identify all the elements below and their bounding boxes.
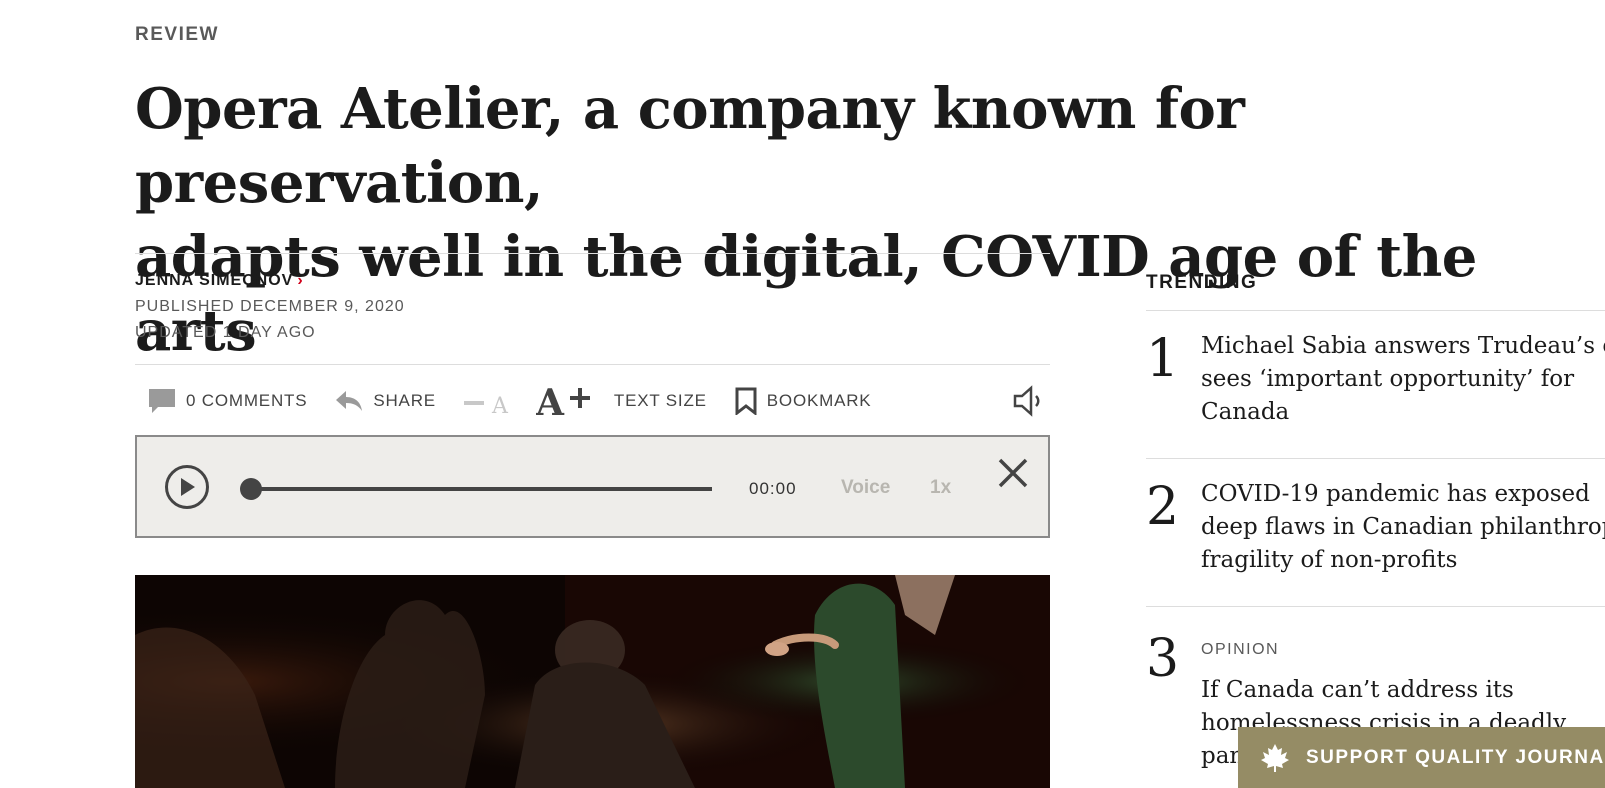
close-icon xyxy=(998,458,1028,488)
trending-divider xyxy=(1146,458,1605,459)
trending-headline-line: Canada xyxy=(1201,399,1290,425)
share-reply-icon xyxy=(336,391,363,411)
published-date: PUBLISHED DECEMBER 9, 2020 xyxy=(135,298,405,315)
trending-headline-line: If Canada can’t address its xyxy=(1201,677,1514,703)
bookmark-icon xyxy=(735,387,757,415)
article-headline: Opera Atelier, a company known for prese… xyxy=(135,72,1605,368)
bookmark-label: BOOKMARK xyxy=(766,391,872,410)
trending-headline-line: sees ‘important opportunity’ for xyxy=(1201,366,1575,392)
svg-text:A: A xyxy=(536,383,565,419)
playback-rate-button[interactable]: 1x xyxy=(930,477,951,499)
svg-text:A: A xyxy=(491,394,509,415)
comments-button[interactable]: 0 COMMENTS xyxy=(148,388,307,414)
trending-kicker[interactable]: OPINION xyxy=(1201,641,1279,659)
bookmark-button[interactable]: BOOKMARK xyxy=(735,387,872,415)
trending-number: 2 xyxy=(1146,477,1180,537)
trending-number: 3 xyxy=(1146,629,1180,689)
byline[interactable]: JENNA SIMEONOV › xyxy=(135,272,304,290)
speaker-icon xyxy=(1013,385,1040,417)
author-name[interactable]: JENNA SIMEONOV xyxy=(135,272,293,289)
audio-time: 00:00 xyxy=(749,479,797,498)
trending-divider xyxy=(1146,606,1605,607)
updated-date: UPDATED 1 DAY AGO xyxy=(135,324,316,341)
trending-headline-line: deep flaws in Canadian philanthropy, xyxy=(1201,514,1605,540)
audio-progress-track[interactable] xyxy=(242,487,712,491)
audio-player: 00:00 Voice 1x xyxy=(135,435,1050,538)
article-kicker[interactable]: REVIEW xyxy=(135,24,219,46)
share-label: SHARE xyxy=(373,391,436,410)
comments-label: 0 COMMENTS xyxy=(186,391,308,410)
divider-meta xyxy=(135,364,1050,365)
decrease-text-size-button[interactable]: A xyxy=(463,387,522,415)
plus-a-icon: A xyxy=(536,383,590,419)
minus-a-icon: A xyxy=(463,394,509,415)
voice-selector[interactable]: Voice xyxy=(841,477,890,499)
share-button[interactable]: SHARE xyxy=(335,390,436,412)
divider-top xyxy=(135,253,1050,254)
support-label: SUPPORT QUALITY JOURNALISM xyxy=(1306,746,1605,768)
audio-progress-handle[interactable] xyxy=(240,478,262,500)
headline-line-1: Opera Atelier, a company known for prese… xyxy=(135,76,1245,216)
trending-headline[interactable]: COVID-19 pandemic has exposed deep flaws… xyxy=(1201,478,1605,577)
play-icon xyxy=(181,478,195,496)
trending-headline-line: fragility of non-profits xyxy=(1201,547,1458,573)
trending-divider-top xyxy=(1146,310,1605,311)
maple-leaf-icon xyxy=(1261,743,1289,772)
increase-text-size-button[interactable]: A xyxy=(536,383,602,419)
close-player-button[interactable] xyxy=(995,455,1031,491)
trending-number: 1 xyxy=(1146,329,1180,389)
text-size-control: A A TEXT SIZE xyxy=(463,383,707,419)
chevron-right-icon: › xyxy=(297,272,304,289)
support-journalism-banner[interactable]: SUPPORT QUALITY JOURNALISM xyxy=(1238,727,1605,788)
play-button[interactable] xyxy=(165,465,209,509)
trending-headline[interactable]: Michael Sabia answers Trudeau’s call, se… xyxy=(1201,330,1605,429)
listen-button[interactable] xyxy=(1013,385,1053,417)
text-size-label: TEXT SIZE xyxy=(613,391,707,410)
trending-headline-line: COVID-19 pandemic has exposed xyxy=(1201,481,1590,507)
trending-headline-line: Michael Sabia answers Trudeau’s call, xyxy=(1201,333,1605,359)
hero-image xyxy=(135,575,1050,788)
opera-performance-photo xyxy=(135,575,1050,788)
article-toolbar: 0 COMMENTS SHARE A A TEXT SIZE BOOKMARK xyxy=(148,380,1053,422)
trending-heading: TRENDING xyxy=(1146,272,1258,293)
comment-icon xyxy=(149,389,175,413)
